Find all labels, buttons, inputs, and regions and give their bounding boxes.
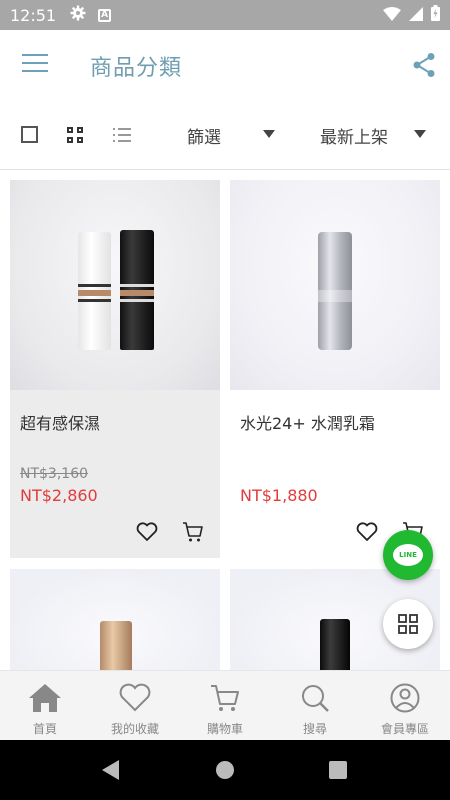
sale-price: NT$1,880 xyxy=(240,486,318,505)
black-bottle xyxy=(320,619,350,670)
silver-bottle xyxy=(318,232,352,350)
sort-label: 最新上架 xyxy=(320,128,388,148)
category-grid-icon xyxy=(398,614,418,634)
category-grid-button[interactable] xyxy=(383,599,433,649)
filter-label: 篩選 xyxy=(187,128,221,148)
black-bottle xyxy=(120,230,154,350)
a-box-icon: A xyxy=(98,8,112,22)
filter-caret-icon xyxy=(263,130,275,138)
recent-apps-icon[interactable] xyxy=(329,761,347,779)
nav-member[interactable]: 會員專區 xyxy=(360,671,450,740)
home-icon xyxy=(29,684,61,712)
product-name[interactable]: 超有感保濕 xyxy=(20,410,100,434)
nav-label: 搜尋 xyxy=(302,722,327,736)
system-nav-bar xyxy=(0,740,450,800)
product-image[interactable] xyxy=(10,180,220,390)
nav-home[interactable]: 首頁 xyxy=(0,671,90,740)
product-card[interactable] xyxy=(10,569,220,670)
battery-icon xyxy=(431,5,440,25)
product-grid: 超有感保濕 NT$3,160 NT$2,860 水光24+ 水潤乳霜 NT$1,… xyxy=(0,171,450,670)
original-price: NT$3,160 xyxy=(20,466,89,482)
back-icon[interactable] xyxy=(102,760,119,780)
cart-icon xyxy=(211,685,239,711)
signal-icon xyxy=(409,6,423,25)
product-name[interactable]: 水光24+ 水潤乳霜 xyxy=(240,410,375,434)
cart-icon[interactable] xyxy=(182,521,204,543)
nav-search[interactable]: 搜尋 xyxy=(270,671,360,740)
heart-icon[interactable] xyxy=(356,522,378,542)
filter-dropdown[interactable]: 篩選 xyxy=(187,123,275,148)
hamburger-menu-icon[interactable] xyxy=(22,54,48,76)
line-chat-button[interactable]: LINE xyxy=(383,530,433,580)
share-icon[interactable] xyxy=(412,52,436,78)
sort-caret-icon xyxy=(414,130,426,138)
nav-label: 我的收藏 xyxy=(110,722,159,736)
search-icon xyxy=(302,685,329,712)
nav-label: 首頁 xyxy=(32,722,57,736)
nav-cart[interactable]: 購物車 xyxy=(180,671,270,740)
home-button-icon[interactable] xyxy=(216,761,234,779)
product-card[interactable]: 超有感保濕 NT$3,160 NT$2,860 xyxy=(10,180,220,558)
grid-view-icon[interactable] xyxy=(67,127,83,143)
gear-icon xyxy=(70,5,86,25)
status-bar: 12:51 A xyxy=(0,0,450,30)
wifi-icon xyxy=(383,6,401,25)
nav-label: 會員專區 xyxy=(380,722,429,736)
white-bottle xyxy=(78,232,111,350)
page-title: 商品分類 xyxy=(90,56,183,81)
product-card[interactable]: 水光24+ 水潤乳霜 NT$1,880 xyxy=(230,180,440,558)
gold-bottle xyxy=(100,621,132,670)
filter-toolbar: 篩選 最新上架 xyxy=(0,100,450,170)
heart-icon xyxy=(119,683,151,712)
product-image[interactable] xyxy=(10,569,220,670)
app-bar: 商品分類 xyxy=(0,30,450,100)
status-time: 12:51 xyxy=(10,5,57,25)
user-icon xyxy=(390,683,420,713)
list-view-icon[interactable] xyxy=(113,127,131,143)
nav-label: 購物車 xyxy=(206,722,243,736)
sort-dropdown[interactable]: 最新上架 xyxy=(320,123,426,148)
product-image[interactable] xyxy=(230,180,440,390)
sale-price: NT$2,860 xyxy=(20,486,98,505)
bottom-nav: 首頁 我的收藏 購物車 搜尋 會員專區 xyxy=(0,670,450,740)
nav-favorites[interactable]: 我的收藏 xyxy=(90,671,180,740)
select-all-checkbox[interactable] xyxy=(21,126,38,143)
heart-icon[interactable] xyxy=(136,522,158,542)
line-chat-icon: LINE xyxy=(393,544,423,566)
